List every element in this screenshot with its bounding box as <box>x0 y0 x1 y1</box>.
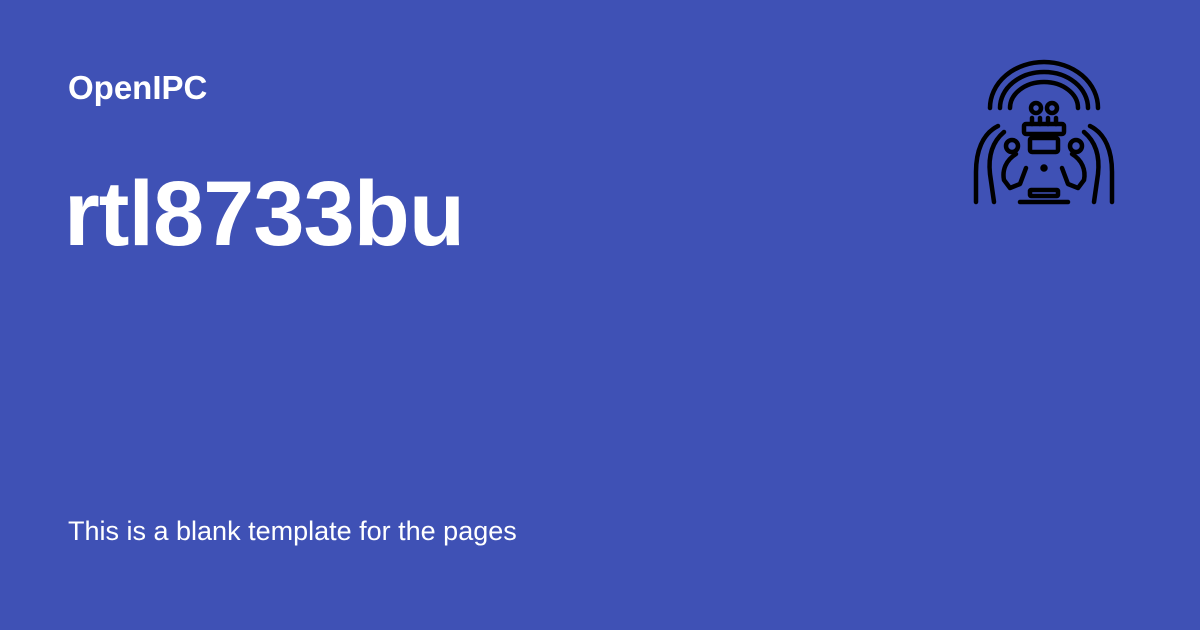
openipc-logo-icon <box>968 56 1120 208</box>
page-title: rtl8733bu <box>64 163 465 265</box>
page-description: This is a blank template for the pages <box>68 516 517 546</box>
site-name: OpenIPC <box>68 69 208 106</box>
